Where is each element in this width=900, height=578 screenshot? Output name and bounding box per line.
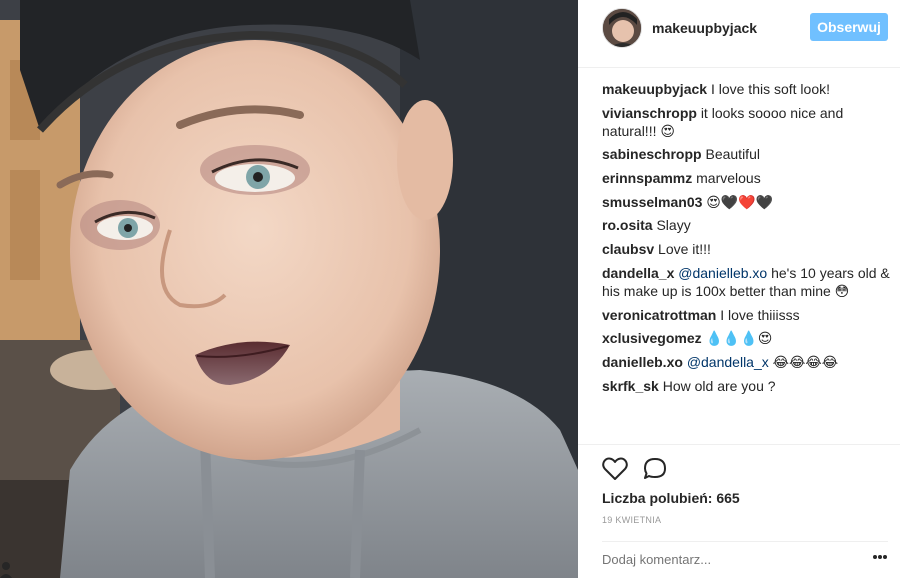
comment-icon[interactable] — [642, 457, 668, 481]
add-comment-row — [602, 541, 888, 575]
post-date[interactable]: 19 kwietnia — [602, 515, 661, 525]
comment-username[interactable]: smusselman03 — [602, 194, 702, 210]
post-header: makeuupbyjack Obserwuj — [578, 0, 900, 68]
comment-text: How old are you ? — [662, 377, 776, 394]
comment-text: I love this soft look! — [710, 81, 831, 97]
comment-username[interactable]: dandella_x — [602, 265, 674, 281]
comment-text: I love thiiisss — [720, 306, 800, 323]
comment-list: makeuupbyjack I love this soft look! vivi… — [602, 80, 892, 400]
post-actions: Liczba polubień: 665 19 kwietnia — [578, 444, 900, 574]
comment-text: Slayy — [656, 217, 691, 234]
comment-item: danielleb.xo @dandella_x 😂😂😂😂 — [602, 353, 892, 371]
comment-item: sabineschropp Beautiful — [602, 145, 892, 163]
comment-text: Love it!!! — [658, 241, 711, 258]
comment-item: dandella_x @danielleb.xo he's 10 years o… — [602, 264, 892, 300]
comment-username[interactable]: xclusivegomez — [602, 330, 702, 346]
comment-item: smusselman03 😍🖤❤️🖤 — [602, 193, 892, 211]
comment-text: 😂😂😂😂 — [772, 353, 839, 370]
comment-username[interactable]: sabineschropp — [602, 146, 702, 162]
post-author-username[interactable]: makeuupbyjack — [652, 20, 757, 36]
comment-username[interactable]: claubsv — [602, 241, 654, 257]
comment-username[interactable]: skrfk_sk — [602, 378, 659, 394]
comment-username[interactable]: erinnspammz — [602, 170, 692, 186]
post-photo[interactable] — [0, 0, 578, 578]
comment-item: skrfk_sk How old are you ? — [602, 377, 892, 395]
comment-item: erinnspammz marvelous — [602, 169, 892, 187]
add-comment-input[interactable] — [602, 552, 842, 567]
comment-mention[interactable]: @dandella_x — [687, 354, 769, 370]
more-options-icon[interactable] — [872, 554, 888, 560]
likes-count[interactable]: Liczba polubień: 665 — [602, 490, 740, 506]
comment-item: veronicatrottman I love thiiisss — [602, 306, 892, 324]
comment-username[interactable]: danielleb.xo — [602, 354, 683, 370]
avatar[interactable] — [602, 8, 642, 48]
comment-text: 😍🖤❤️🖤 — [706, 193, 774, 210]
comment-text: Beautiful — [705, 146, 760, 163]
comment-username[interactable]: veronicatrottman — [602, 307, 716, 323]
comment-mention[interactable]: @danielleb.xo — [678, 265, 767, 281]
heart-icon[interactable] — [602, 457, 628, 481]
comment-text: marvelous — [696, 170, 761, 187]
comment-username[interactable]: vivianschropp — [602, 105, 697, 121]
comment-item: claubsv Love it!!! — [602, 240, 892, 258]
comment-item: vivianschropp it looks soooo nice and na… — [602, 104, 892, 140]
comment-username[interactable]: makeuupbyjack — [602, 81, 707, 97]
comment-item: ro.osita Slayy — [602, 216, 892, 234]
follow-button[interactable]: Obserwuj — [810, 13, 888, 41]
comment-text: 💧💧💧😍 — [705, 330, 773, 347]
comment-item: xclusivegomez 💧💧💧😍 — [602, 329, 892, 347]
comment-username[interactable]: ro.osita — [602, 217, 653, 233]
post-sidebar: makeuupbyjack Obserwuj makeuupbyjack I l… — [578, 0, 900, 578]
account-icon — [0, 562, 12, 578]
comment-item: makeuupbyjack I love this soft look! — [602, 80, 892, 98]
